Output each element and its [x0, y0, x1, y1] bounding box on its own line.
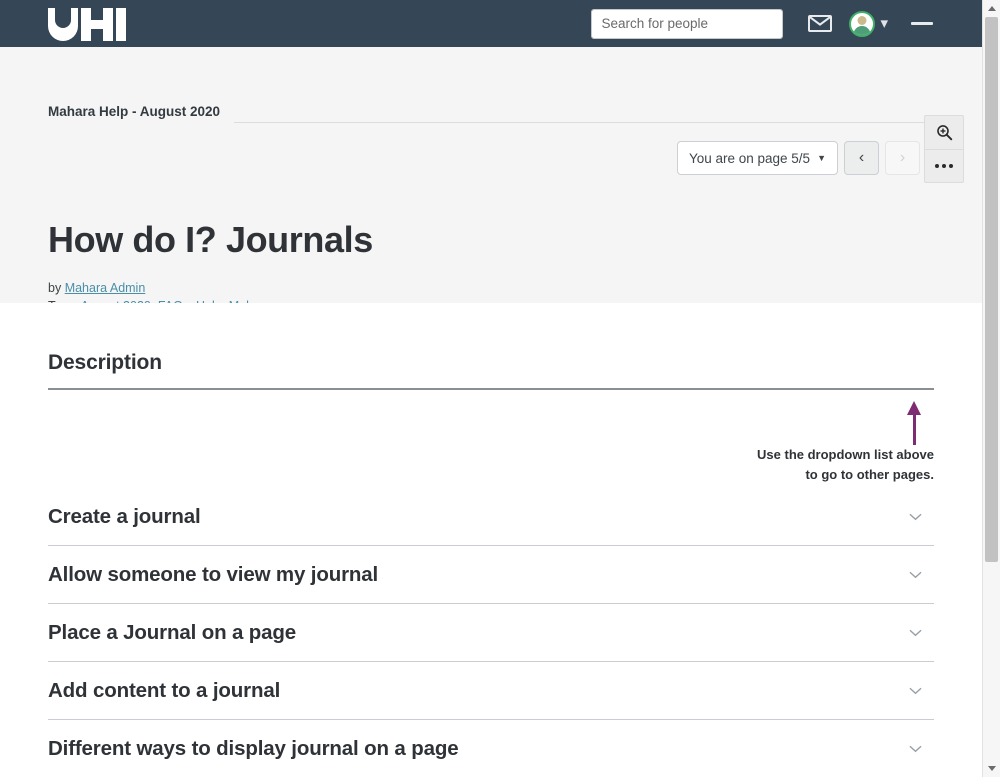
more-options-button[interactable] — [925, 149, 963, 182]
envelope-icon — [808, 15, 833, 32]
annotation-line-2: to go to other pages. — [805, 466, 934, 482]
top-navigation-bar: ▾ — [0, 0, 982, 47]
account-menu-button[interactable]: ▾ — [849, 10, 888, 37]
description-heading: Description — [48, 351, 162, 374]
scroll-up-button[interactable] — [983, 0, 1000, 17]
scroll-up-arrow-icon — [987, 6, 996, 11]
zoom-in-button[interactable] — [925, 116, 963, 149]
annotation-text: Use the dropdown list above to go to oth… — [604, 445, 934, 485]
logo-letter-u — [48, 7, 78, 41]
logo-letter-i — [116, 7, 126, 41]
accordion-label: Create a journal — [48, 504, 201, 528]
author-link[interactable]: Mahara Admin — [65, 281, 146, 295]
scrollbar-thumb[interactable] — [985, 17, 998, 562]
page-title: How do I? Journals — [48, 219, 373, 260]
chevron-down-icon[interactable] — [909, 571, 922, 579]
up-arrow-icon — [907, 401, 923, 445]
page-header-section: Mahara Help - August 2020 You are on pag… — [0, 47, 982, 313]
breadcrumb: Mahara Help - August 2020 — [48, 100, 934, 123]
zoom-in-icon — [936, 125, 952, 141]
accordion-label: Add content to a journal — [48, 678, 281, 702]
main-content: Description Use the dropdown list above … — [0, 303, 982, 777]
description-underline — [48, 388, 934, 390]
chevron-down-icon: ▾ — [880, 15, 888, 32]
page-select-label: You are on page 5/5 — [688, 150, 811, 166]
chevron-down-icon[interactable] — [909, 745, 922, 753]
floating-tool-panel — [924, 115, 964, 183]
next-page-button: › — [885, 141, 920, 175]
breadcrumb-title: Mahara Help - August 2020 — [48, 104, 221, 119]
accordion-label: Place a Journal on a page — [48, 620, 297, 644]
annotation-line-1: Use the dropdown list above — [757, 447, 934, 462]
scroll-down-arrow-icon — [987, 766, 996, 771]
page-select-dropdown[interactable]: You are on page 5/5 ▼ — [676, 141, 838, 175]
chevron-left-icon: ‹ — [858, 149, 865, 166]
inbox-button[interactable] — [797, 6, 843, 42]
accordion-label: Different ways to display journal on a p… — [48, 736, 459, 760]
more-options-icon — [935, 164, 953, 168]
search-input[interactable] — [592, 9, 783, 38]
topbar-actions: ▾ — [591, 6, 942, 42]
accordion-label: Allow someone to view my journal — [48, 562, 379, 586]
chevron-right-icon: › — [899, 149, 906, 166]
people-search — [591, 8, 784, 39]
logo-letter-h — [81, 7, 113, 41]
author-byline: by Mahara Admin — [48, 279, 928, 297]
chevron-down-icon[interactable] — [909, 687, 922, 695]
accordion-item-place-a-journal-on-a-page[interactable]: Place a Journal on a page — [48, 604, 934, 662]
chevron-down-icon[interactable] — [909, 513, 922, 521]
vertical-scrollbar[interactable] — [982, 0, 1000, 777]
main-menu-button[interactable] — [902, 6, 942, 42]
accordion-item-create-a-journal[interactable]: Create a journal — [48, 488, 934, 546]
scroll-down-button[interactable] — [983, 760, 1000, 777]
description-section-header: Description — [48, 351, 934, 390]
title-block: How do I? Journals by Mahara Admin Tags:… — [48, 219, 928, 316]
chevron-down-icon[interactable] — [909, 629, 922, 637]
page-root: ▾ Mahara Help - August 2020 You are on p… — [0, 0, 1000, 777]
breadcrumb-divider — [234, 122, 934, 123]
user-avatar-icon — [849, 10, 876, 37]
journal-accordion: Create a journal Allow someone to view m… — [48, 488, 934, 777]
page-navigation-controls: You are on page 5/5 ▼ ‹ › — [676, 141, 920, 175]
accordion-item-add-content-to-a-journal[interactable]: Add content to a journal — [48, 662, 934, 720]
chevron-down-icon: ▼ — [817, 153, 826, 163]
accordion-item-different-ways-to-display-journal-on-a-page[interactable]: Different ways to display journal on a p… — [48, 720, 934, 777]
previous-page-button[interactable]: ‹ — [844, 141, 879, 175]
uhi-logo[interactable] — [48, 7, 126, 41]
dropdown-hint-annotation: Use the dropdown list above to go to oth… — [604, 401, 934, 485]
accordion-item-allow-someone-to-view-my-journal[interactable]: Allow someone to view my journal — [48, 546, 934, 604]
hamburger-menu-icon — [911, 22, 933, 25]
by-prefix: by — [48, 281, 65, 296]
